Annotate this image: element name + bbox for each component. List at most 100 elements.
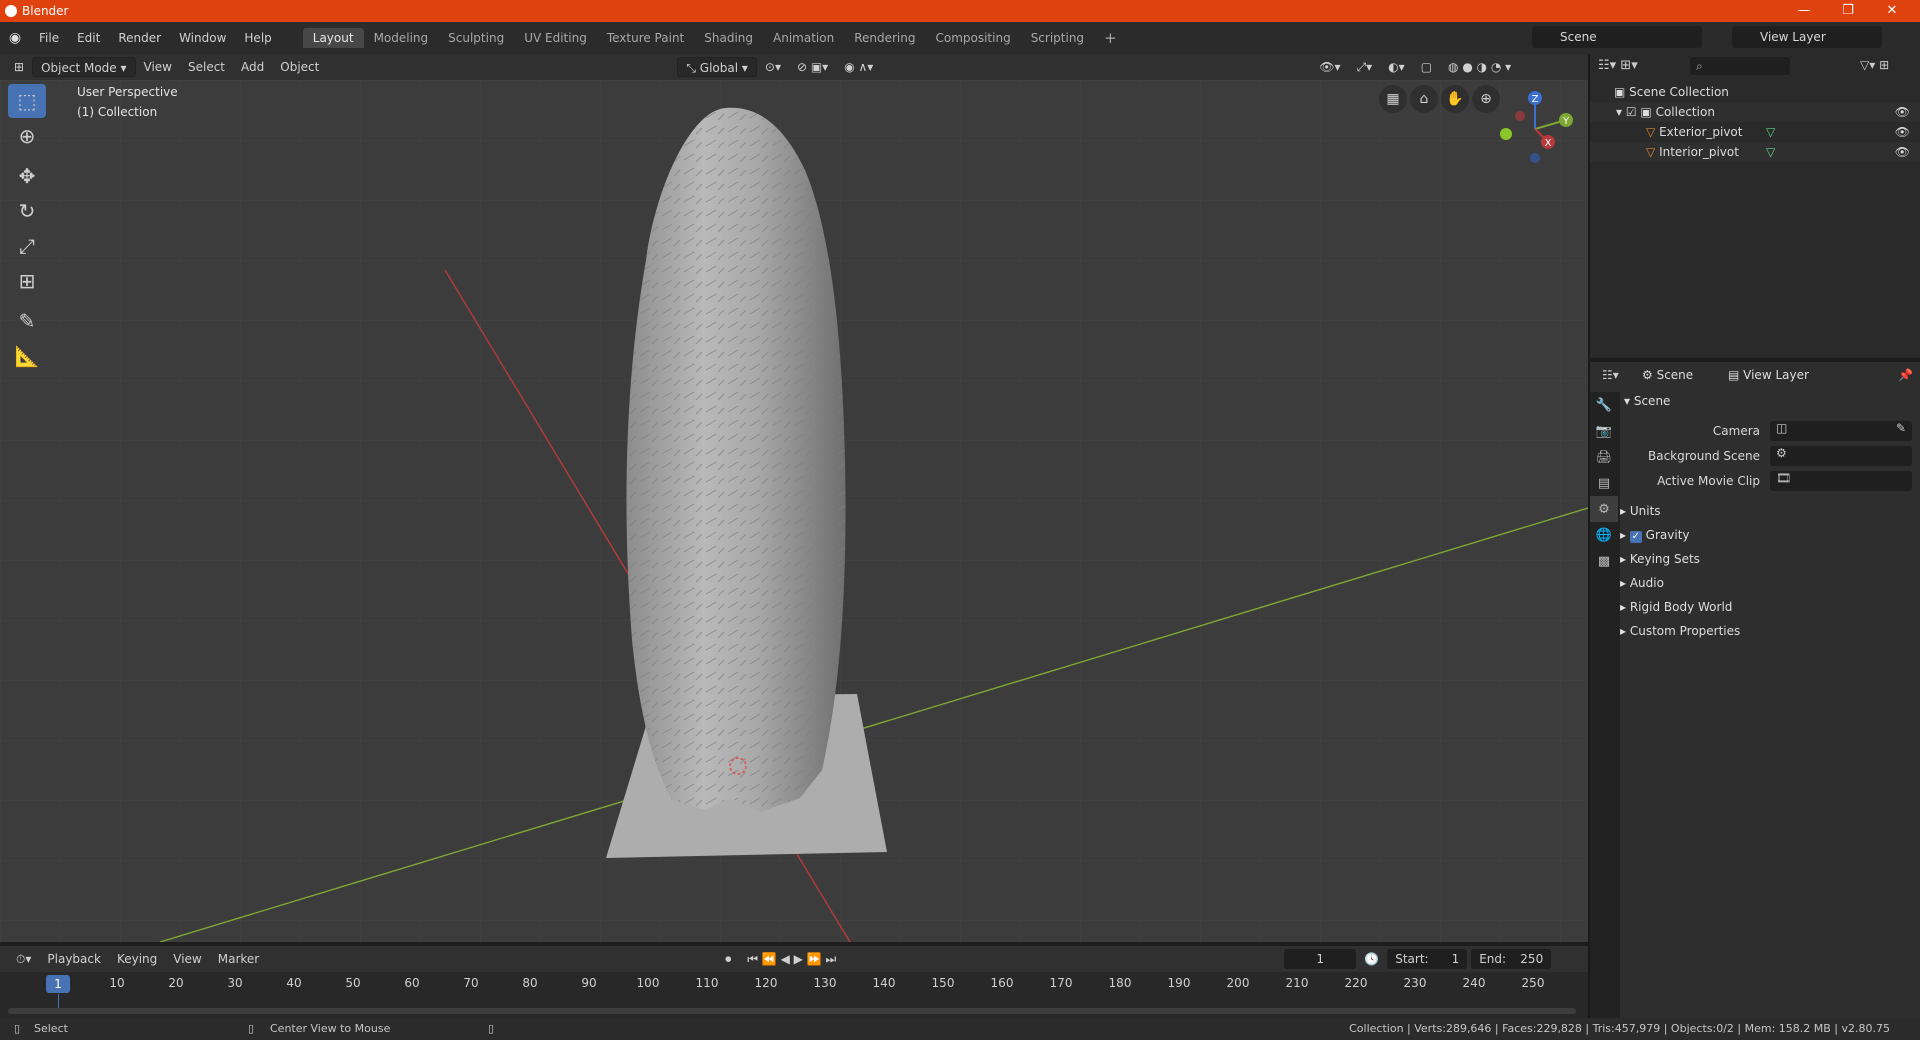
gravity-checkbox[interactable]: ✓: [1629, 531, 1642, 543]
tab-layout[interactable]: Layout: [302, 28, 364, 48]
scale-tool-icon[interactable]: ⤢: [8, 229, 46, 263]
texture-tab-icon[interactable]: ▩: [1590, 548, 1618, 574]
tab-uv-editing[interactable]: UV Editing: [514, 28, 597, 48]
timeline-menu-keying[interactable]: Keying: [109, 949, 165, 969]
tool-tab-icon[interactable]: 🔧: [1590, 392, 1618, 418]
menu-help[interactable]: Help: [235, 31, 280, 45]
timeline-menu-playback[interactable]: Playback: [39, 949, 109, 969]
annotate-tool-icon[interactable]: ✎: [8, 304, 46, 338]
camera-field[interactable]: ◫ ✎: [1770, 421, 1912, 441]
shading-mode-icons[interactable]: ◍ ● ◑ ◔ ▾: [1440, 57, 1519, 77]
collection-visibility-icon[interactable]: 👁: [1895, 102, 1910, 122]
tab-sculpting[interactable]: Sculpting: [438, 28, 514, 48]
transform-tool-icon[interactable]: ⊞: [8, 264, 46, 298]
cursor-tool-icon[interactable]: ⊕: [8, 119, 46, 153]
visibility-icon[interactable]: 👁▾: [1311, 57, 1348, 77]
properties-editor-icon[interactable]: ☷▾: [1602, 368, 1619, 382]
breadcrumb-view-layer[interactable]: ▤ View Layer: [1728, 368, 1809, 382]
outliner-editor-icon[interactable]: ☷▾ ⊞▾: [1598, 58, 1638, 73]
filter-icon[interactable]: ▽▾ ⊞: [1860, 58, 1889, 72]
neg-x-axis-handle[interactable]: [1515, 111, 1525, 121]
scene-selector[interactable]: Scene: [1532, 26, 1702, 48]
frame-tick-label: 160: [990, 976, 1014, 990]
move-tool-icon[interactable]: ✥: [8, 159, 46, 193]
timeline-menu-marker[interactable]: Marker: [210, 949, 267, 969]
neg-z-axis-handle[interactable]: [1530, 153, 1540, 163]
minimize-button[interactable]: —: [1782, 0, 1826, 22]
menu-render[interactable]: Render: [109, 31, 170, 45]
rocket-texture: [626, 107, 846, 812]
viewport-menu-object[interactable]: Object: [272, 57, 327, 77]
timeline[interactable]: 1 10 20 30 40 50 60 70 80 90 100 110 120 130 140 150 16…: [0, 972, 1588, 1018]
select-box-tool-icon[interactable]: ⬚: [8, 84, 46, 118]
menu-file[interactable]: File: [30, 31, 68, 45]
add-workspace-button[interactable]: +: [1094, 26, 1127, 50]
outliner-scene-collection[interactable]: ▣ Scene Collection: [1590, 82, 1920, 102]
timeline-editor-icon[interactable]: ⏱▾: [8, 949, 39, 969]
status-scene-stats: Collection | Verts:289,646 | Faces:229,8…: [1349, 1022, 1890, 1035]
object-visibility-icon[interactable]: 👁: [1895, 142, 1910, 162]
close-button[interactable]: ✕: [1870, 0, 1914, 22]
pan-hand-icon[interactable]: ✋: [1441, 85, 1469, 113]
tab-rendering[interactable]: Rendering: [844, 28, 925, 48]
tab-animation[interactable]: Animation: [763, 28, 844, 48]
tab-texture-paint[interactable]: Texture Paint: [597, 28, 694, 48]
navigation-gizmo[interactable]: Z Y X: [1490, 84, 1580, 174]
auto-key-icon[interactable]: 🕓: [1356, 949, 1387, 969]
end-frame-field[interactable]: End: 250: [1471, 949, 1552, 969]
subpanel-rigid-body-world[interactable]: ▸ Rigid Body World: [1620, 600, 1732, 614]
pivot-icon[interactable]: ⊙▾: [757, 57, 789, 77]
xray-toggle-icon[interactable]: ▢: [1413, 57, 1440, 77]
subpanel-keying-sets[interactable]: ▸ Keying Sets: [1620, 552, 1700, 566]
subpanel-custom-properties[interactable]: ▸ Custom Properties: [1620, 624, 1740, 638]
current-frame-indicator[interactable]: 1: [46, 975, 70, 993]
blender-menu-icon[interactable]: ◉: [0, 30, 30, 46]
proportional-edit-icon[interactable]: ◉ ∧▾: [836, 57, 881, 77]
view-layer-selector[interactable]: View Layer: [1732, 26, 1882, 48]
playback-controls-icon[interactable]: ⏮ ⏪ ◀ ▶ ⏩ ⏭: [739, 949, 844, 969]
timeline-scrollbar[interactable]: [8, 1008, 1576, 1014]
neg-y-axis-handle[interactable]: [1500, 128, 1512, 140]
tab-scripting[interactable]: Scripting: [1021, 28, 1094, 48]
scene-panel-header[interactable]: ▾ Scene: [1624, 394, 1670, 408]
world-tab-icon[interactable]: 🌐: [1590, 522, 1618, 548]
tab-shading[interactable]: Shading: [694, 28, 763, 48]
subpanel-gravity[interactable]: ▸ ✓ Gravity: [1620, 528, 1690, 543]
tab-modeling[interactable]: Modeling: [364, 28, 439, 48]
mode-dropdown[interactable]: Object Mode ▾: [32, 57, 136, 77]
rotate-tool-icon[interactable]: ↻: [8, 194, 46, 228]
scene-tab-icon[interactable]: ⚙: [1590, 496, 1618, 522]
menu-edit[interactable]: Edit: [68, 31, 109, 45]
editor-type-icon[interactable]: ⊞: [6, 57, 32, 77]
pin-icon[interactable]: 📌: [1898, 368, 1913, 382]
tab-compositing[interactable]: Compositing: [925, 28, 1020, 48]
outliner-object-row[interactable]: ▽ Exterior_pivot ▽ 👁: [1590, 122, 1920, 142]
eyedropper-icon[interactable]: ✎: [1896, 421, 1912, 435]
breadcrumb-scene[interactable]: ⚙ Scene: [1642, 368, 1693, 382]
measure-tool-icon[interactable]: 📐: [8, 339, 46, 373]
outliner-search-input[interactable]: ⌕: [1690, 57, 1790, 75]
menu-window[interactable]: Window: [170, 31, 235, 45]
orientation-dropdown[interactable]: ⤡ Global ▾: [677, 57, 757, 77]
record-button-icon[interactable]: ⏺: [717, 949, 739, 969]
grid-view-icon[interactable]: ▦: [1379, 85, 1407, 113]
outliner-object-row[interactable]: ▽ Interior_pivot ▽ 👁: [1590, 142, 1920, 162]
subpanel-audio[interactable]: ▸ Audio: [1620, 576, 1664, 590]
current-frame-field[interactable]: 1: [1284, 949, 1357, 969]
active-movie-clip-field[interactable]: 🎞: [1770, 471, 1912, 491]
subpanel-units[interactable]: ▸ Units: [1620, 504, 1661, 518]
object-visibility-icon[interactable]: 👁: [1895, 122, 1910, 142]
outliner-collection-row[interactable]: ▾ ☑ ▣ Collection 👁: [1590, 102, 1920, 122]
snap-icon[interactable]: ⊘ ▣▾: [789, 57, 836, 77]
viewport-menu-select[interactable]: Select: [180, 57, 233, 77]
camera-view-icon[interactable]: ⌂: [1410, 85, 1438, 113]
timeline-menu-view[interactable]: View: [165, 949, 209, 969]
viewport-3d[interactable]: User Perspective (1) Collection ▦ ⌂ ✋ ⊕ …: [0, 80, 1588, 942]
gizmo-toggle-icon[interactable]: ⤢▾: [1349, 57, 1381, 77]
overlay-toggle-icon[interactable]: ◐▾: [1380, 57, 1413, 77]
start-frame-field[interactable]: Start: 1: [1387, 949, 1468, 969]
viewport-menu-add[interactable]: Add: [233, 57, 272, 77]
maximize-button[interactable]: ❐: [1826, 0, 1870, 22]
background-scene-field[interactable]: ⚙: [1770, 446, 1912, 466]
viewport-menu-view[interactable]: View: [136, 57, 180, 77]
